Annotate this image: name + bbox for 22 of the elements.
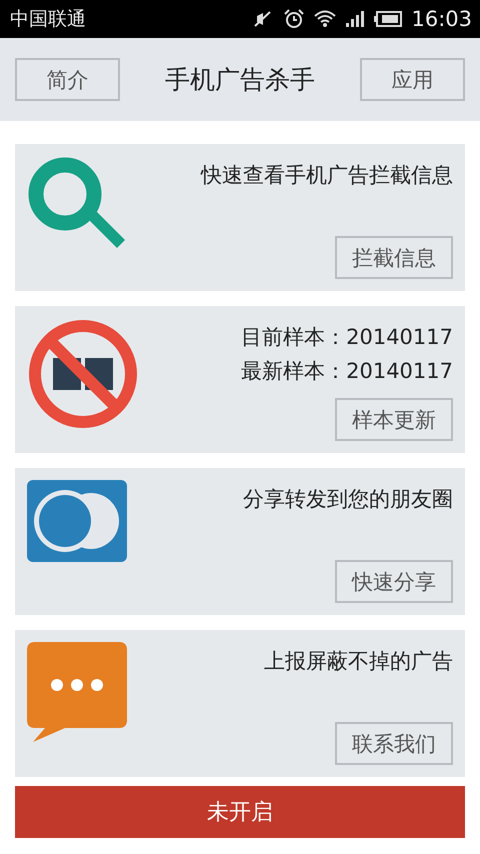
apps-button[interactable]: 应用 — [360, 58, 465, 101]
card-text: 快速查看手机广告拦截信息 — [201, 162, 453, 189]
intro-button[interactable]: 简介 — [15, 58, 120, 101]
card-text: 目前样本：20140117 — [241, 324, 453, 351]
signal-icon — [345, 10, 366, 28]
alarm-icon — [283, 9, 306, 29]
app-title: 手机广告杀手 — [165, 64, 315, 96]
card-button[interactable]: 联系我们 — [335, 722, 453, 765]
chat-icon — [27, 642, 127, 744]
clock-time: 16:03 — [411, 7, 472, 31]
card-button[interactable]: 拦截信息 — [335, 236, 453, 279]
battery-icon — [374, 11, 402, 27]
card-button[interactable]: 样本更新 — [335, 398, 453, 441]
enable-button[interactable]: 未开启 — [15, 786, 465, 838]
card-text: 分享转发到您的朋友圈 — [243, 486, 453, 513]
card-text: 最新样本：20140117 — [241, 358, 453, 385]
card-text: 上报屏蔽不掉的广告 — [264, 648, 453, 675]
card-button[interactable]: 快速分享 — [335, 560, 453, 603]
no-ads-icon — [27, 318, 139, 430]
share-icon — [27, 480, 127, 562]
wifi-icon — [314, 10, 336, 28]
carrier-name: 中国联通 — [10, 7, 86, 32]
